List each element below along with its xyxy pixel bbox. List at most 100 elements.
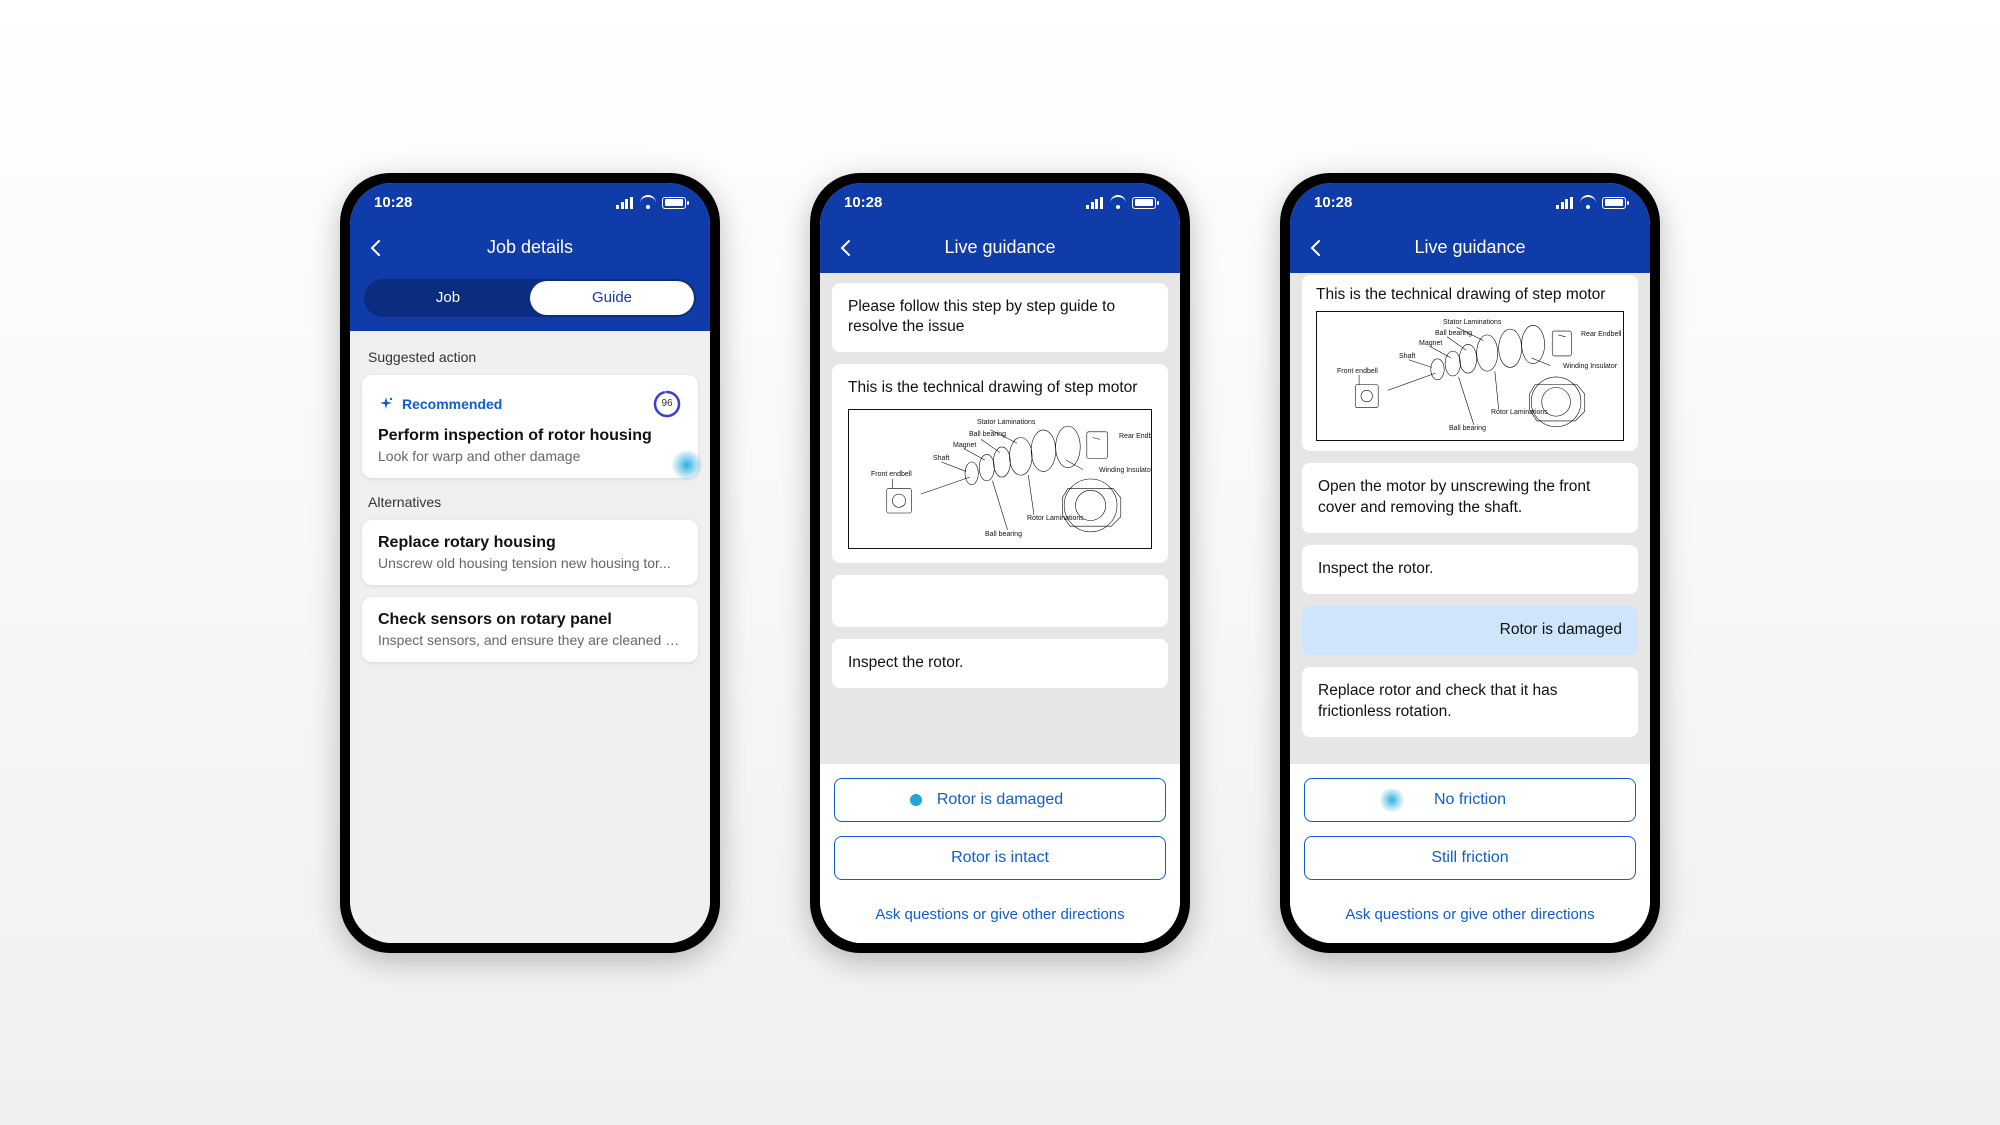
touch-indicator-icon <box>1380 788 1404 812</box>
label-rotor: Rotor Laminations <box>1027 514 1084 523</box>
choice-rotor-intact[interactable]: Rotor is intact <box>834 836 1166 880</box>
wifi-icon <box>1580 197 1596 209</box>
label-ball: Ball bearing <box>1435 329 1472 338</box>
label-ball2: Ball bearing <box>1449 424 1486 433</box>
rec-card-subtitle: Look for warp and other damage <box>378 448 682 464</box>
phone-2: 10:28 Live guidance Please follow this s… <box>810 173 1190 953</box>
status-time: 10:28 <box>1314 194 1352 211</box>
battery-icon <box>662 197 686 209</box>
step-open: Open the motor by unscrewing the front c… <box>1302 463 1638 533</box>
wifi-icon <box>640 197 656 209</box>
step-placeholder <box>832 575 1168 627</box>
steps-list[interactable]: Please follow this step by step guide to… <box>820 273 1180 764</box>
back-button[interactable] <box>1306 238 1326 258</box>
label-front: Front endbell <box>871 470 912 479</box>
segmented-control-wrap: Job Guide <box>350 273 710 331</box>
label-front: Front endbell <box>1337 367 1378 376</box>
choice-still-friction[interactable]: Still friction <box>1304 836 1636 880</box>
score-value: 96 <box>652 389 682 419</box>
recommended-badge: Recommended <box>378 396 502 412</box>
status-bar: 10:28 <box>1290 183 1650 223</box>
choice-no-friction[interactable]: No friction <box>1304 778 1636 822</box>
choice-label: No friction <box>1434 791 1506 809</box>
step-inspect: Inspect the rotor. <box>1302 545 1638 594</box>
step-intro: Please follow this step by step guide to… <box>832 283 1168 353</box>
recommended-label: Recommended <box>402 396 502 412</box>
back-button[interactable] <box>836 238 856 258</box>
label-rear: Rear Endbell <box>1119 432 1152 441</box>
label-winding: Winding Insulator <box>1099 466 1152 475</box>
score-ring: 96 <box>652 389 682 419</box>
content-area: This is the technical drawing of step mo… <box>1290 273 1650 943</box>
alt2-subtitle: Inspect sensors, and ensure they are cle… <box>378 632 682 648</box>
step-drawing-text: This is the technical drawing of step mo… <box>1316 286 1605 303</box>
touch-indicator-icon <box>910 794 922 806</box>
segmented-control: Job Guide <box>364 279 696 317</box>
battery-icon <box>1602 197 1626 209</box>
nav-bar: Live guidance <box>1290 223 1650 273</box>
sparkle-icon <box>378 396 394 412</box>
phone-3: 10:28 Live guidance This is the technica… <box>1280 173 1660 953</box>
page-title: Live guidance <box>820 237 1180 258</box>
recommended-header: Recommended 96 <box>378 389 682 419</box>
cellular-icon <box>1086 197 1104 209</box>
technical-drawing: Stator Laminations Ball bearing Magnet S… <box>1316 311 1624 441</box>
cellular-icon <box>1556 197 1574 209</box>
status-time: 10:28 <box>374 194 412 211</box>
status-icons <box>1556 197 1626 209</box>
phone-1: 10:28 Job details Job Guide Suggested ac… <box>340 173 720 953</box>
rec-card-title: Perform inspection of rotor housing <box>378 427 682 445</box>
status-icons <box>616 197 686 209</box>
tab-guide[interactable]: Guide <box>530 281 694 315</box>
cellular-icon <box>616 197 634 209</box>
label-stator: Stator Laminations <box>1443 318 1501 327</box>
ask-questions-link[interactable]: Ask questions or give other directions <box>834 894 1166 939</box>
label-ball: Ball bearing <box>969 430 1006 439</box>
ask-questions-link[interactable]: Ask questions or give other directions <box>1304 894 1636 939</box>
step-drawing-card: This is the technical drawing of step mo… <box>832 364 1168 563</box>
step-inspect: Inspect the rotor. <box>832 639 1168 688</box>
steps-list[interactable]: This is the technical drawing of step mo… <box>1290 273 1650 764</box>
alt1-title: Replace rotary housing <box>378 534 682 552</box>
choice-label: Rotor is intact <box>951 849 1049 867</box>
back-button[interactable] <box>366 238 386 258</box>
label-rear: Rear Endbell <box>1581 330 1621 339</box>
battery-icon <box>1132 197 1156 209</box>
label-winding: Winding Insulator <box>1563 362 1617 371</box>
label-shaft: Shaft <box>933 454 949 463</box>
tab-job[interactable]: Job <box>366 281 530 315</box>
status-bar: 10:28 <box>820 183 1180 223</box>
section-alternatives-label: Alternatives <box>350 490 710 520</box>
wifi-icon <box>1110 197 1126 209</box>
alt1-subtitle: Unscrew old housing tension new housing … <box>378 555 682 571</box>
label-magnet: Magnet <box>953 441 976 450</box>
label-shaft: Shaft <box>1399 352 1415 361</box>
content-area: Please follow this step by step guide to… <box>820 273 1180 943</box>
screen-job-details: 10:28 Job details Job Guide Suggested ac… <box>350 183 710 943</box>
step-replace: Replace rotor and check that it has fric… <box>1302 667 1638 737</box>
status-bar: 10:28 <box>350 183 710 223</box>
nav-bar: Job details <box>350 223 710 273</box>
section-suggested-label: Suggested action <box>350 345 710 375</box>
alternative-card-1[interactable]: Replace rotary housing Unscrew old housi… <box>362 520 698 585</box>
screen-live-guidance-2: 10:28 Live guidance This is the technica… <box>1290 183 1650 943</box>
label-magnet: Magnet <box>1419 339 1442 348</box>
nav-bar: Live guidance <box>820 223 1180 273</box>
choice-label: Still friction <box>1431 849 1508 867</box>
alternative-card-2[interactable]: Check sensors on rotary panel Inspect se… <box>362 597 698 662</box>
status-icons <box>1086 197 1156 209</box>
status-time: 10:28 <box>844 194 882 211</box>
choices-area: No friction Still friction Ask questions… <box>1290 764 1650 943</box>
label-ball2: Ball bearing <box>985 530 1022 539</box>
choice-rotor-damaged[interactable]: Rotor is damaged <box>834 778 1166 822</box>
content-area: Suggested action Recommended <box>350 331 710 943</box>
label-stator: Stator Laminations <box>977 418 1035 427</box>
label-rotor: Rotor Laminations <box>1491 408 1548 417</box>
choice-label: Rotor is damaged <box>937 791 1063 809</box>
technical-drawing: Stator Laminations Ball bearing Magnet S… <box>848 409 1152 549</box>
step-drawing-text: This is the technical drawing of step mo… <box>848 379 1137 396</box>
screen-live-guidance-1: 10:28 Live guidance Please follow this s… <box>820 183 1180 943</box>
recommended-card[interactable]: Recommended 96 Perform inspection of rot… <box>362 375 698 478</box>
alt2-title: Check sensors on rotary panel <box>378 611 682 629</box>
user-reply: Rotor is damaged <box>1302 606 1638 655</box>
